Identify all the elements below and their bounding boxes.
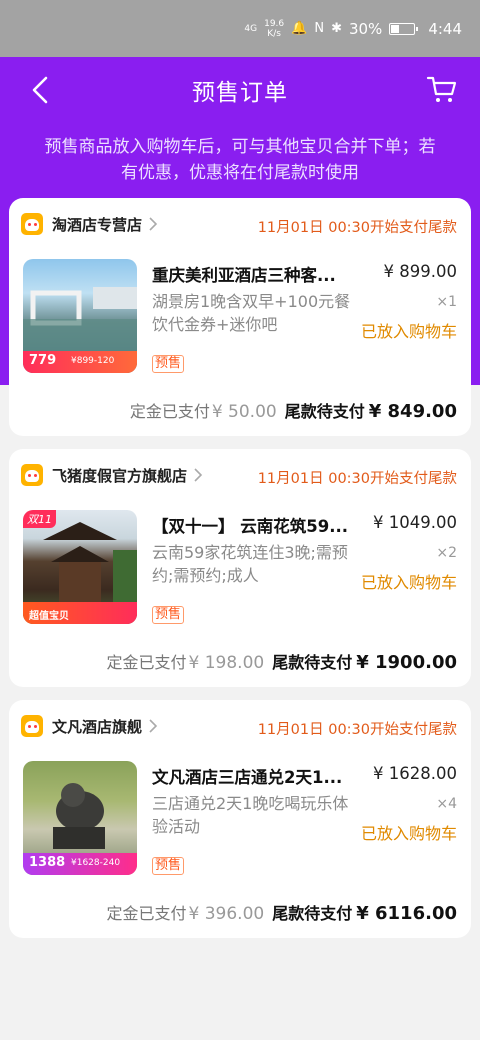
product-sku: 湖景房1晚含双早+100元餐饮代金券+迷你吧 bbox=[152, 292, 351, 334]
cart-status: 已放入购物车 bbox=[360, 573, 457, 592]
product-title[interactable]: 重庆美利亚酒店三种客... bbox=[152, 262, 352, 286]
network-speed: 19.6 K/s bbox=[264, 19, 284, 39]
shopping-cart-icon[interactable] bbox=[426, 73, 458, 105]
balance-payment-start-time: 11月01日 00:30开始支付尾款 bbox=[257, 220, 457, 236]
deposit-label: 定金已支付 bbox=[129, 402, 210, 421]
page-title: 预售订单 bbox=[192, 80, 288, 106]
fliggy-logo-icon bbox=[21, 715, 43, 737]
product-title[interactable]: 【双十一】 云南花筑59... bbox=[152, 513, 352, 537]
signal-icon: 4G bbox=[244, 23, 258, 34]
bluetooth-icon: ✱ bbox=[331, 21, 342, 36]
battery-icon bbox=[389, 22, 419, 35]
presale-badge: 预售 bbox=[152, 606, 185, 624]
payment-summary: 定金已支付 ¥ 198.00 尾款待支付 ¥ 1900.00 bbox=[106, 649, 457, 673]
deposit-amount: ¥ 198.00 bbox=[188, 653, 265, 673]
speed-value: 19.6 bbox=[264, 18, 285, 29]
product-price: ¥ 1628.00 bbox=[373, 764, 457, 783]
status-icons: 4G 19.6 K/s 🔔 N ✱ 30% 4:44 bbox=[244, 19, 462, 39]
chevron-right-icon bbox=[194, 468, 203, 482]
order-card: 淘酒店专营店 11月01日 00:30开始支付尾款 779 ¥899-120 重… bbox=[9, 198, 471, 436]
product-thumbnail[interactable]: 1388 ¥1628-240 bbox=[23, 761, 137, 875]
nfc-icon: N bbox=[314, 21, 325, 36]
balance-amount: ¥ 849.00 bbox=[368, 401, 457, 422]
clock: 4:44 bbox=[428, 19, 462, 38]
double-eleven-badge: 双11 bbox=[23, 510, 56, 528]
status-bar: 4G 19.6 K/s 🔔 N ✱ 30% 4:44 bbox=[0, 0, 480, 57]
promo-strip: 779 ¥899-120 bbox=[23, 351, 137, 373]
cart-status: 已放入购物车 bbox=[360, 322, 457, 341]
shop-link[interactable]: 飞猪度假官方旗舰店 bbox=[21, 464, 203, 486]
balance-amount: ¥ 6116.00 bbox=[356, 903, 457, 924]
order-card: 飞猪度假官方旗舰店 11月01日 00:30开始支付尾款 双11 超值宝贝 【双… bbox=[9, 449, 471, 687]
product-title[interactable]: 文凡酒店三店通兑2天1... bbox=[152, 764, 352, 788]
chevron-right-icon bbox=[149, 217, 158, 231]
notification-icon: 🔔 bbox=[291, 21, 308, 36]
balance-label: 尾款待支付 bbox=[284, 402, 365, 421]
fliggy-logo-icon bbox=[21, 464, 43, 486]
product-quantity: ×2 bbox=[436, 545, 457, 561]
shop-name: 淘酒店专营店 bbox=[52, 215, 143, 234]
promo-price-tag: ¥1628-240 bbox=[71, 858, 121, 868]
product-quantity: ×1 bbox=[436, 294, 457, 310]
presale-notice: 预售商品放入购物车后，可与其他宝贝合并下单；若有优惠，优惠将在付尾款时使用 bbox=[44, 137, 436, 183]
payment-summary: 定金已支付 ¥ 50.00 尾款待支付 ¥ 849.00 bbox=[130, 398, 457, 422]
product-thumbnail[interactable]: 779 ¥899-120 bbox=[23, 259, 137, 373]
shop-name: 飞猪度假官方旗舰店 bbox=[52, 466, 188, 485]
promo-price-big: 1388 bbox=[29, 855, 66, 870]
shop-name: 文凡酒店旗舰 bbox=[52, 717, 143, 736]
product-price: ¥ 1049.00 bbox=[373, 513, 457, 532]
nav-bar: 预售订单 bbox=[0, 57, 480, 123]
balance-payment-start-time: 11月01日 00:30开始支付尾款 bbox=[257, 722, 457, 738]
balance-label: 尾款待支付 bbox=[272, 653, 353, 672]
balance-payment-start-time: 11月01日 00:30开始支付尾款 bbox=[257, 471, 457, 487]
back-arrow-icon[interactable] bbox=[26, 73, 56, 107]
product-quantity: ×4 bbox=[436, 796, 457, 812]
product-price: ¥ 899.00 bbox=[383, 262, 457, 281]
order-card: 文凡酒店旗舰 11月01日 00:30开始支付尾款 1388 ¥1628-240… bbox=[9, 700, 471, 938]
promo-price-tag: ¥899-120 bbox=[71, 356, 115, 366]
balance-amount: ¥ 1900.00 bbox=[356, 652, 457, 673]
deposit-label: 定金已支付 bbox=[106, 653, 187, 672]
deposit-label: 定金已支付 bbox=[106, 904, 187, 923]
presale-badge: 预售 bbox=[152, 355, 185, 373]
speed-unit: K/s bbox=[267, 28, 281, 39]
battery-percent: 30% bbox=[348, 19, 383, 38]
balance-label: 尾款待支付 bbox=[272, 904, 353, 923]
cart-status: 已放入购物车 bbox=[360, 824, 457, 843]
presale-badge: 预售 bbox=[152, 857, 185, 875]
promo-price-big: 779 bbox=[29, 353, 57, 368]
promo-strip: 超值宝贝 bbox=[23, 602, 137, 624]
fliggy-logo-icon bbox=[21, 213, 43, 235]
product-sku: 三店通兑2天1晚吃喝玩乐体验活动 bbox=[152, 794, 349, 836]
promo-strip: 1388 ¥1628-240 bbox=[23, 853, 137, 875]
chevron-right-icon bbox=[149, 719, 158, 733]
shop-link[interactable]: 文凡酒店旗舰 bbox=[21, 715, 158, 737]
promo-label: 超值宝贝 bbox=[29, 611, 69, 622]
product-sku: 云南59家花筑连住3晚;需预约;需预约;成人 bbox=[152, 543, 348, 585]
shop-link[interactable]: 淘酒店专营店 bbox=[21, 213, 158, 235]
product-thumbnail[interactable]: 双11 超值宝贝 bbox=[23, 510, 137, 624]
deposit-amount: ¥ 50.00 bbox=[211, 402, 277, 422]
deposit-amount: ¥ 396.00 bbox=[188, 904, 265, 924]
payment-summary: 定金已支付 ¥ 396.00 尾款待支付 ¥ 6116.00 bbox=[106, 900, 457, 924]
